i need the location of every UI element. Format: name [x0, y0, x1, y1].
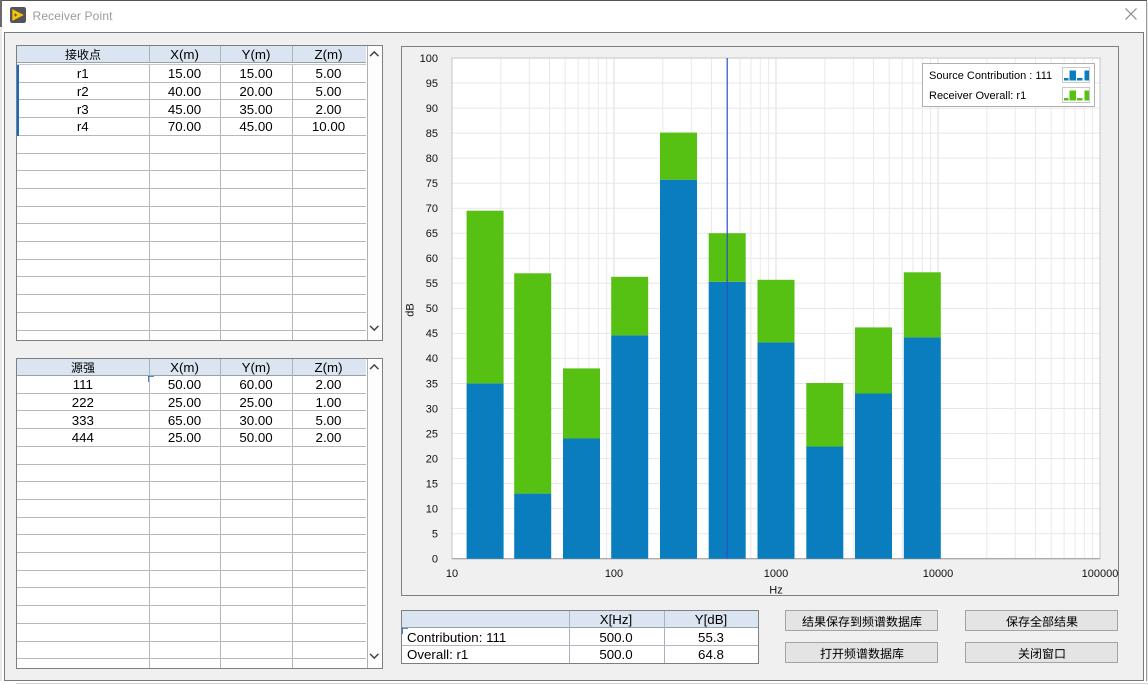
svg-text:50: 50: [426, 303, 438, 315]
svg-text:85: 85: [426, 128, 438, 140]
svg-text:Source Contribution : 111: Source Contribution : 111: [929, 70, 1052, 82]
svg-text:55: 55: [426, 278, 438, 290]
svg-text:95: 95: [426, 78, 438, 90]
svg-text:30: 30: [426, 403, 438, 415]
svg-text:80: 80: [426, 153, 438, 165]
svg-text:10: 10: [426, 503, 438, 515]
svg-text:10000: 10000: [923, 568, 954, 580]
svg-text:Receiver Overall: r1: Receiver Overall: r1: [929, 90, 1026, 102]
svg-text:dB: dB: [405, 303, 417, 316]
svg-text:25: 25: [426, 428, 438, 440]
svg-text:15: 15: [426, 478, 438, 490]
svg-text:100000: 100000: [1082, 568, 1119, 580]
svg-text:75: 75: [426, 178, 438, 190]
svg-text:0: 0: [432, 554, 438, 566]
svg-text:5: 5: [432, 529, 438, 541]
svg-text:60: 60: [426, 253, 438, 265]
svg-text:10: 10: [446, 568, 458, 580]
svg-text:Hz: Hz: [769, 585, 782, 597]
svg-text:70: 70: [426, 203, 438, 215]
svg-text:90: 90: [426, 103, 438, 115]
svg-text:20: 20: [426, 453, 438, 465]
svg-text:35: 35: [426, 378, 438, 390]
svg-text:100: 100: [420, 53, 438, 65]
svg-text:100: 100: [605, 568, 623, 580]
svg-text:45: 45: [426, 328, 438, 340]
svg-text:40: 40: [426, 353, 438, 365]
svg-text:65: 65: [426, 228, 438, 240]
svg-text:1000: 1000: [764, 568, 788, 580]
